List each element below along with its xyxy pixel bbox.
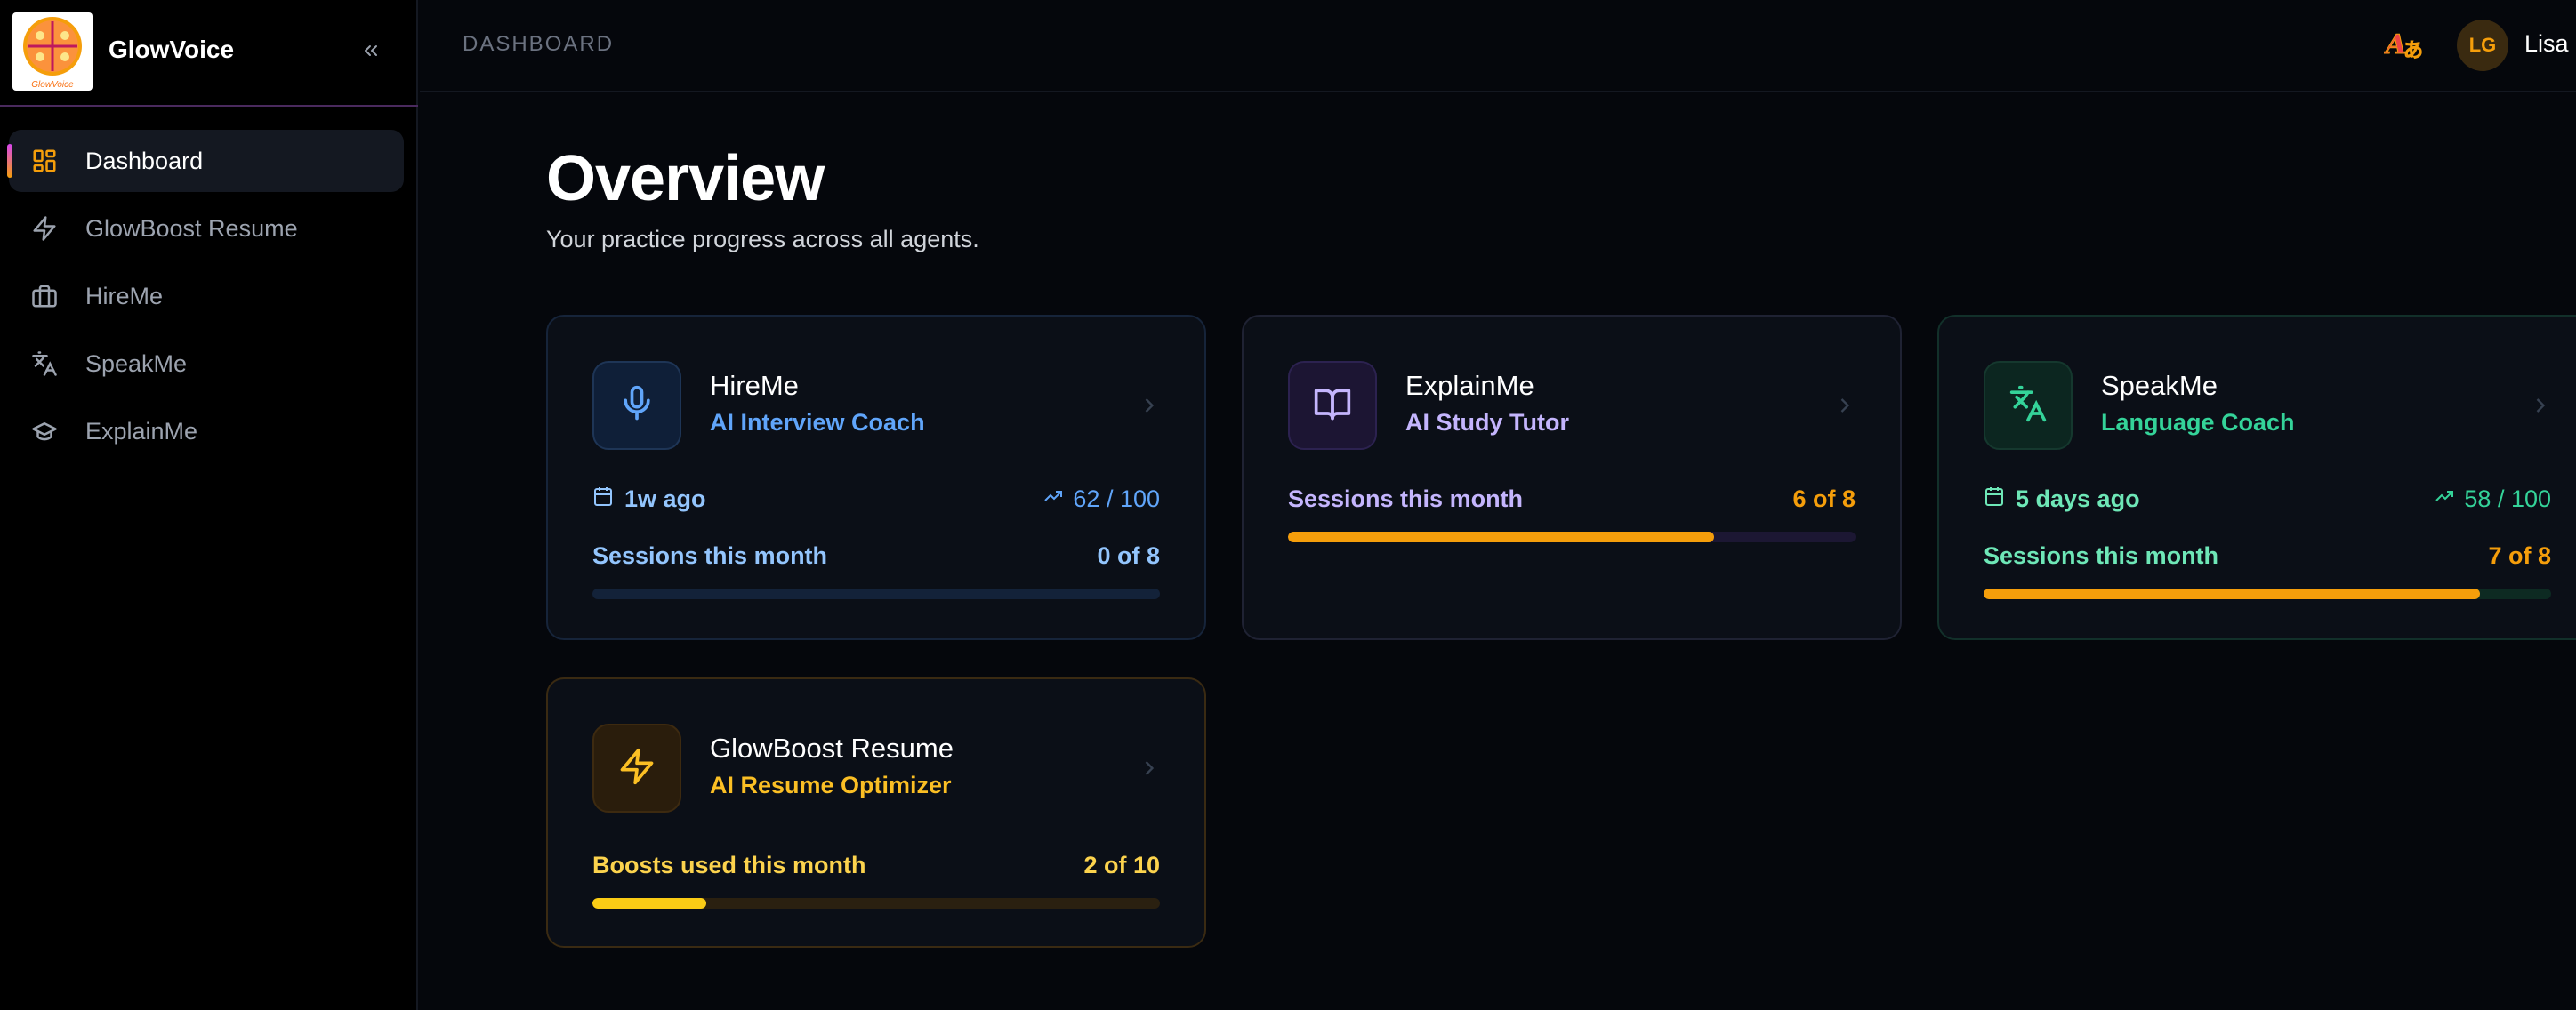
card-title: ExplainMe	[1405, 370, 1534, 401]
progress-count: 0 of 8	[1097, 542, 1160, 569]
briefcase-icon	[30, 282, 59, 310]
card-subtitle: Language Coach	[2101, 409, 2295, 436]
agent-card-glowboost-resume[interactable]: GlowBoost Resume AI Resume Optimizer Boo…	[546, 677, 1206, 948]
progress-bar	[1984, 589, 2551, 599]
card-meta-row: 1w ago 62 / 100	[592, 485, 1160, 513]
trending-up-icon	[1042, 485, 1064, 513]
icon-box	[1984, 361, 2073, 450]
card-title: HireMe	[710, 370, 799, 401]
chevron-right-icon	[1137, 756, 1162, 781]
svg-text:あ: あ	[2403, 40, 2423, 62]
svg-text:GlowVoice: GlowVoice	[31, 80, 74, 90]
sidebar-item-dashboard[interactable]: Dashboard	[7, 130, 404, 192]
progress-bar	[1288, 532, 1856, 542]
progress-bar	[592, 589, 1160, 599]
icon-box	[592, 724, 681, 813]
progress-label: Sessions this month	[1288, 485, 1524, 512]
last-session: 1w ago	[624, 485, 706, 512]
icon-box	[592, 361, 681, 450]
user-name[interactable]: Lisa G	[2524, 30, 2576, 58]
sidebar-item-label: SpeakMe	[85, 349, 188, 377]
progress-count: 2 of 10	[1083, 852, 1160, 878]
sidebar-nav: Dashboard GlowBoost Resume HireMe SpeakM…	[7, 130, 404, 468]
card-subtitle: AI Study Tutor	[1405, 409, 1569, 436]
calendar-icon	[1984, 485, 2005, 513]
open-book-icon	[1313, 384, 1352, 428]
progress-row: Sessions this month 7 of 8	[1984, 542, 2551, 570]
chevron-right-icon	[1137, 393, 1162, 418]
app-logo[interactable]: GlowVoice	[12, 12, 93, 91]
card-title: GlowBoost Resume	[710, 733, 954, 764]
progress-row: Boosts used this month 2 of 10	[592, 852, 1160, 879]
sidebar-item-label: ExplainMe	[85, 417, 198, 445]
calendar-icon	[592, 485, 614, 513]
icon-box	[1288, 361, 1377, 450]
sidebar-item-label: Dashboard	[85, 147, 204, 174]
sidebar-item-explainme[interactable]: ExplainMe	[9, 400, 404, 462]
graduation-cap-icon	[30, 417, 59, 445]
page-title: Overview	[546, 143, 825, 214]
card-title: SpeakMe	[2101, 370, 2218, 401]
lightning-icon	[617, 747, 656, 790]
collapse-sidebar-icon[interactable]	[356, 36, 386, 66]
sidebar-item-speakme[interactable]: SpeakMe	[9, 333, 404, 395]
card-meta-row: 5 days ago 58 / 100	[1984, 485, 2551, 513]
last-session: 5 days ago	[2016, 485, 2140, 512]
sidebar-item-hireme[interactable]: HireMe	[9, 265, 404, 327]
agent-card-hireme[interactable]: HireMe AI Interview Coach 1w ago 62 / 10…	[546, 315, 1206, 640]
trending-up-icon	[2434, 485, 2455, 513]
progress-label: Sessions this month	[592, 542, 828, 569]
progress-count: 7 of 8	[2488, 542, 2551, 569]
agent-card-explainme[interactable]: ExplainMe AI Study Tutor Sessions this m…	[1242, 315, 1902, 640]
avatar[interactable]: LG	[2457, 20, 2508, 71]
sidebar-item-glowboost-resume[interactable]: GlowBoost Resume	[9, 197, 404, 260]
progress-fill	[592, 898, 706, 909]
chevron-right-icon	[1832, 393, 1857, 418]
chevron-right-icon	[2528, 393, 2553, 418]
brand-header: GlowVoice GlowVoice	[0, 0, 418, 107]
sidebar-item-label: GlowBoost Resume	[85, 214, 298, 242]
score: 58 / 100	[2464, 485, 2551, 512]
progress-count: 6 of 8	[1792, 485, 1856, 512]
lightning-icon	[30, 214, 59, 243]
microphone-icon	[617, 384, 656, 428]
progress-row: Sessions this month 6 of 8	[1288, 485, 1856, 513]
progress-label: Sessions this month	[1984, 542, 2219, 569]
progress-fill	[1288, 532, 1714, 542]
language-switch-icon[interactable]: A あ	[2380, 21, 2427, 68]
app-name: GlowVoice	[109, 36, 235, 63]
breadcrumb: DASHBOARD	[463, 32, 615, 56]
progress-label: Boosts used this month	[592, 852, 866, 878]
card-subtitle: AI Resume Optimizer	[710, 772, 952, 798]
translate-icon	[30, 349, 59, 378]
top-header: DASHBOARD A あ LG Lisa G	[420, 0, 2576, 92]
card-subtitle: AI Interview Coach	[710, 409, 925, 436]
sidebar: GlowVoice GlowVoice Dashboard GlowBoost …	[0, 0, 418, 1010]
progress-fill	[1984, 589, 2481, 599]
progress-row: Sessions this month 0 of 8	[592, 542, 1160, 570]
sidebar-item-label: HireMe	[85, 282, 164, 309]
translate-icon	[2008, 384, 2048, 428]
dashboard-grid-icon	[30, 147, 59, 175]
agent-card-speakme[interactable]: SpeakMe Language Coach 5 days ago 58 / 1…	[1937, 315, 2576, 640]
page-subtitle: Your practice progress across all agents…	[546, 226, 979, 252]
score: 62 / 100	[1073, 485, 1160, 512]
progress-bar	[592, 898, 1160, 909]
